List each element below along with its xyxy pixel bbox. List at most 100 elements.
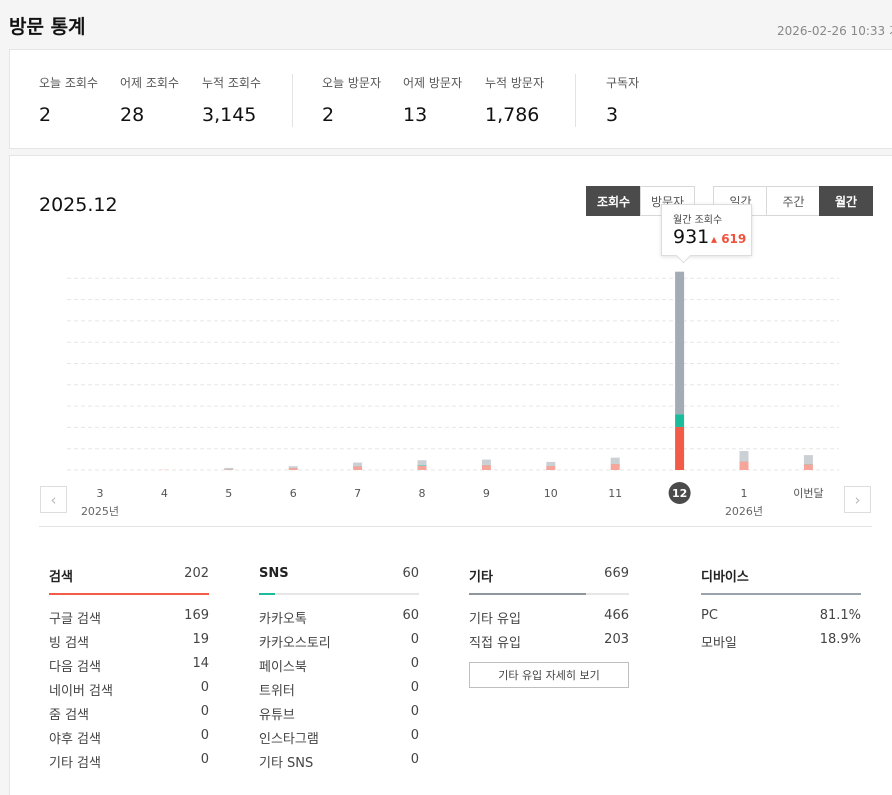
bar-search[interactable] (739, 461, 749, 470)
divider (39, 526, 872, 527)
row-label: 기타 SNS (259, 756, 314, 771)
summary-stats-card: 오늘 조회수 2 어제 조회수 28 누적 조회수 3,145 오늘 방문자 2… (9, 49, 892, 149)
bar-search[interactable] (610, 464, 620, 470)
bar-search[interactable] (803, 464, 813, 470)
stat-label: 오늘 조회수 (39, 76, 99, 90)
list-item: 직접 유입 203 (469, 632, 629, 656)
year-label: 2026년 (725, 505, 763, 518)
bar-other[interactable] (675, 271, 685, 415)
chart-card: 2025.12 조회수 방문자 일간 주간 월간 3 2025년 4 5 6 7 8 9 10 1… (9, 155, 892, 795)
stat-yesterday-views: 어제 조회수 28 (120, 74, 179, 126)
row-value: 0 (410, 680, 419, 695)
row-label: 카카오톡 (259, 612, 307, 627)
bar-other[interactable] (481, 459, 491, 465)
row-value: 0 (200, 704, 209, 719)
column-bar-fill (469, 593, 586, 595)
row-label: 빙 검색 (49, 636, 90, 651)
row-value: 18.9% (819, 632, 861, 647)
row-value: 0 (200, 752, 209, 767)
row-label: 다음 검색 (49, 660, 101, 675)
row-label: 트위터 (259, 684, 295, 699)
timestamp: 2026-02-26 10:33 기준 (777, 24, 892, 38)
bar-search[interactable] (353, 466, 363, 470)
column-bar-fill (701, 593, 861, 595)
bar-other[interactable] (224, 467, 234, 470)
stat-today-views: 오늘 조회수 2 (39, 74, 98, 126)
stat-label: 어제 조회수 (120, 76, 180, 90)
x-tick-label[interactable]: 4 (161, 487, 168, 500)
row-value: 14 (192, 656, 209, 671)
stat-label: 오늘 방문자 (322, 76, 382, 90)
tooltip-value: 931 (673, 226, 710, 248)
tooltip-change: ▴ 619 (711, 232, 747, 246)
referrer-column-sns: SNS 60 카카오톡 60 카카오스토리 0 페이스북 0 트위터 0 유튜브 0 인스… (259, 566, 419, 776)
x-tick-label[interactable]: 8 (419, 487, 426, 500)
stat-subscribers: 구독자 3 (606, 74, 639, 126)
bar-other[interactable] (353, 462, 363, 467)
bar-other[interactable] (288, 466, 298, 468)
row-label: 유튜브 (259, 708, 295, 723)
chevron-left-icon[interactable]: ‹ (40, 486, 67, 513)
bar-other[interactable] (417, 460, 427, 466)
x-tick-label[interactable]: 6 (290, 487, 297, 500)
list-item: 네이버 검색 0 (49, 680, 209, 704)
divider (575, 74, 576, 127)
bar-other[interactable] (546, 461, 556, 466)
stat-today-visitors: 오늘 방문자 2 (322, 74, 381, 126)
row-value: 0 (410, 752, 419, 767)
column-bar (259, 593, 419, 595)
list-item: 야후 검색 0 (49, 728, 209, 752)
x-tick-label[interactable]: 9 (483, 487, 490, 500)
bar-sns[interactable] (675, 414, 685, 427)
x-tick-label[interactable]: 7 (354, 487, 361, 500)
row-value: 0 (410, 704, 419, 719)
device-column: 디바이스 PC 81.1% 모바일 18.9% (701, 566, 861, 656)
bar-search[interactable] (288, 468, 298, 470)
other-referrer-detail-button[interactable]: 기타 유입 자세히 보기 (469, 662, 629, 688)
x-tick-label[interactable]: 11 (608, 487, 622, 500)
x-tick-label[interactable]: 3 (97, 487, 104, 500)
row-label: 카카오스토리 (259, 636, 331, 651)
column-bar (701, 593, 861, 595)
x-tick-label[interactable]: 이번달 (793, 487, 823, 500)
referrer-column-other: 기타 669 기타 유입 466 직접 유입 203 기타 유입 자세히 보기 (469, 566, 629, 688)
stat-value: 2 (322, 104, 335, 126)
row-label: 줌 검색 (49, 708, 90, 723)
referrer-column-search: 검색 202 구글 검색 169 빙 검색 19 다음 검색 14 네이버 검색 0 줌… (49, 566, 209, 776)
list-item: 다음 검색 14 (49, 656, 209, 680)
row-value: 60 (402, 608, 419, 623)
bar-search[interactable] (546, 465, 556, 470)
list-item: 줌 검색 0 (49, 704, 209, 728)
x-tick-label[interactable]: 5 (225, 487, 232, 500)
stat-value: 1,786 (485, 104, 540, 126)
list-item: 기타 검색 0 (49, 752, 209, 776)
x-tick-label[interactable]: 12 (672, 487, 687, 500)
page-title: 방문 통계 (9, 16, 86, 38)
bar-search[interactable] (417, 465, 427, 470)
row-value: 0 (200, 728, 209, 743)
bar-other[interactable] (610, 457, 620, 464)
bar-other[interactable] (803, 455, 813, 465)
x-tick-label[interactable]: 10 (544, 487, 558, 500)
tooltip-label: 월간 조회수 (673, 215, 723, 226)
bar-search[interactable] (224, 469, 234, 470)
list-item: 모바일 18.9% (701, 632, 861, 656)
bar-other[interactable] (739, 451, 749, 462)
column-title: 디바이스 (701, 570, 749, 585)
list-item: 트위터 0 (259, 680, 419, 704)
chevron-right-icon[interactable]: › (844, 486, 871, 513)
row-label: 기타 유입 (469, 612, 521, 627)
visits-bar-chart: 3 2025년 4 5 6 7 8 9 10 11 12 1 2026년 이번달 (67, 271, 839, 518)
bar-search[interactable] (675, 426, 685, 470)
column-title: 검색 (49, 570, 73, 585)
row-value: 0 (410, 656, 419, 671)
row-label: 네이버 검색 (49, 684, 113, 699)
x-tick-label[interactable]: 1 (741, 487, 748, 500)
column-bar (49, 593, 209, 595)
row-value: 466 (604, 608, 629, 623)
column-title: SNS (259, 566, 289, 581)
chart-tooltip: 월간 조회수 931 ▴ 619 (661, 204, 752, 256)
row-label: 페이스북 (259, 660, 307, 675)
list-item: 구글 검색 169 (49, 608, 209, 632)
bar-search[interactable] (481, 465, 491, 470)
